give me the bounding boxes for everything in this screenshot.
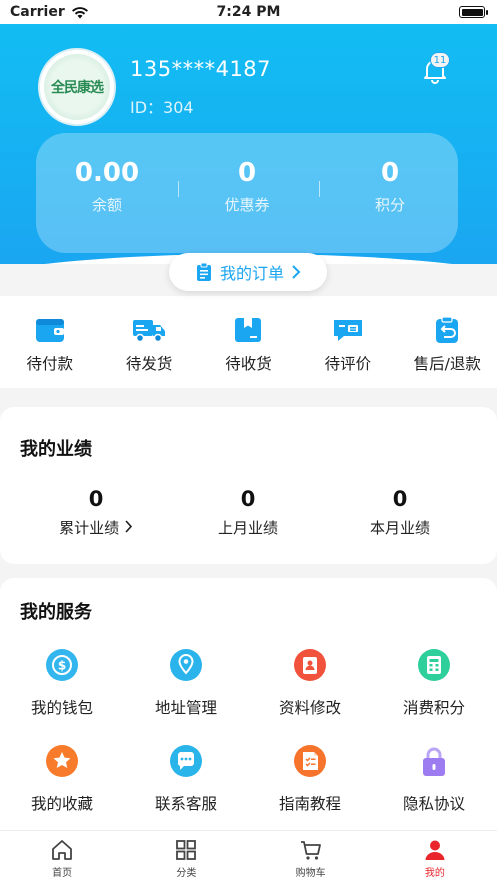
asset-value: 0.00	[74, 158, 140, 188]
service-favorites[interactable]: 我的收藏	[0, 744, 124, 814]
order-label: 待评价	[324, 355, 372, 373]
user-phone: 135****4187	[130, 57, 272, 81]
perf-last-month: 0 上月业绩	[168, 487, 328, 538]
service-customer-support[interactable]: 联系客服	[124, 744, 248, 814]
profile-edit-icon	[294, 649, 326, 681]
user-id: ID：304	[130, 98, 194, 117]
order-to-review[interactable]: 待评价	[298, 296, 397, 388]
service-profile-edit[interactable]: 资料修改	[248, 648, 372, 718]
asset-points[interactable]: 0 积分	[320, 158, 460, 215]
svg-text:$: $	[58, 659, 66, 673]
wifi-icon	[71, 6, 88, 18]
home-icon	[52, 840, 73, 860]
chevron-right-icon	[292, 265, 301, 279]
clipboard-icon	[196, 262, 211, 281]
coin-icon: $	[46, 649, 78, 681]
tab-label: 购物车	[295, 868, 326, 879]
order-label: 待付款	[26, 355, 73, 373]
service-label: 联系客服	[154, 795, 217, 813]
tab-category[interactable]: 分类	[124, 831, 248, 883]
chevron-right-icon	[125, 520, 132, 533]
service-privacy[interactable]: 隐私协议	[372, 744, 496, 814]
my-orders-label: 我的订单	[219, 264, 284, 283]
lock-icon	[423, 747, 445, 776]
wallet-icon	[35, 319, 64, 342]
order-pending-payment[interactable]: 待付款	[0, 296, 99, 388]
user-icon	[425, 840, 445, 860]
perf-value: 0	[392, 487, 408, 511]
order-label: 待收货	[225, 355, 272, 373]
perf-value: 0	[88, 487, 104, 511]
location-icon	[170, 649, 202, 681]
service-address[interactable]: 地址管理	[124, 648, 248, 718]
carrier-label: Carrier	[10, 4, 65, 20]
order-refund[interactable]: 售后/退款	[398, 296, 497, 388]
grid-icon	[176, 840, 197, 860]
perf-label: 累计业绩	[16, 517, 176, 538]
service-label: 指南教程	[278, 795, 341, 813]
notification-badge: 11	[430, 52, 450, 68]
package-icon	[235, 318, 262, 342]
avatar[interactable]: 全民康选	[38, 48, 116, 126]
asset-balance[interactable]: 0.00 余额	[37, 158, 177, 215]
tab-label: 首页	[52, 868, 73, 879]
service-label: 资料修改	[278, 699, 341, 717]
service-label: 我的钱包	[30, 699, 93, 717]
tab-cart[interactable]: 购物车	[249, 831, 373, 883]
service-wallet[interactable]: $ 我的钱包	[0, 648, 124, 718]
tab-bar: 首页 分类 购物车 我的	[0, 830, 497, 883]
performance-title: 我的业绩	[20, 439, 92, 460]
asset-label: 优惠券	[224, 196, 270, 214]
asset-coupon[interactable]: 0 优惠券	[177, 158, 317, 215]
service-guide[interactable]: 指南教程	[248, 744, 372, 814]
tab-label: 分类	[176, 868, 197, 879]
tab-mine[interactable]: 我的	[373, 831, 497, 883]
services-card: 我的服务 $ 我的钱包 地址管理 资料修改 消费积分 我的收藏 联系客服 指南教…	[0, 578, 497, 838]
refund-icon	[436, 316, 459, 343]
service-label: 地址管理	[154, 699, 217, 717]
guide-icon	[294, 745, 326, 777]
service-label: 我的收藏	[30, 795, 93, 813]
order-to-ship[interactable]: 待发货	[99, 296, 198, 388]
order-to-receive[interactable]: 待收货	[199, 296, 298, 388]
perf-this-month: 0 本月业绩	[320, 487, 480, 538]
order-label: 待发货	[125, 355, 173, 373]
battery-icon	[459, 6, 488, 18]
tab-label: 我的	[424, 868, 445, 879]
tab-home[interactable]: 首页	[0, 831, 124, 883]
assets-card: 0.00 余额 0 优惠券 0 积分	[36, 133, 458, 253]
service-label: 消费积分	[402, 699, 465, 717]
avatar-logo-text: 全民康选	[51, 80, 104, 96]
service-label: 隐私协议	[402, 795, 465, 813]
order-label: 售后/退款	[413, 355, 481, 373]
asset-label: 积分	[374, 196, 405, 214]
asset-value: 0	[237, 158, 257, 188]
performance-card: 我的业绩 0 累计业绩 0 上月业绩 0 本月业绩	[0, 407, 497, 564]
asset-label: 余额	[91, 196, 122, 214]
service-consume-points[interactable]: 消费积分	[372, 648, 496, 718]
review-icon	[333, 320, 362, 341]
services-title: 我的服务	[20, 602, 92, 623]
my-orders-button[interactable]: 我的订单	[169, 253, 327, 291]
chat-icon	[170, 745, 202, 777]
truck-icon	[133, 320, 166, 343]
asset-value: 0	[380, 158, 400, 188]
cart-icon	[300, 841, 321, 860]
status-bar: Carrier 7:24 PM	[0, 0, 497, 24]
points-icon	[418, 649, 450, 681]
perf-label: 上月业绩	[217, 519, 278, 537]
star-icon	[46, 745, 78, 777]
perf-label-text: 累计业绩	[59, 519, 120, 537]
perf-value: 0	[240, 487, 256, 511]
perf-label: 本月业绩	[369, 519, 430, 537]
order-status-row: 待付款 待发货 待收货 待评价 售后/退款	[0, 296, 497, 388]
perf-total[interactable]: 0 累计业绩	[16, 487, 176, 538]
